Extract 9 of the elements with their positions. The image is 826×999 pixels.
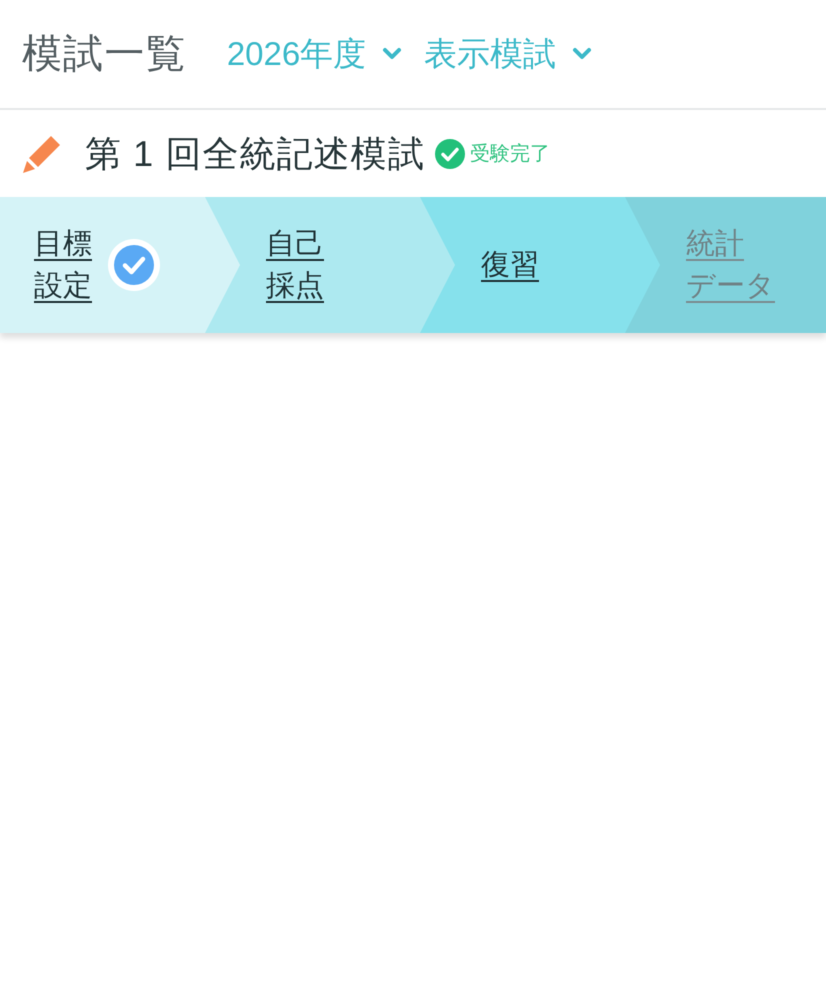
page-title: 模試一覧: [22, 31, 187, 78]
chevron-down-icon: [382, 47, 402, 61]
step-link[interactable]: 目標 設定: [34, 223, 92, 307]
status-label: 受験完了: [470, 142, 550, 166]
pencil-icon: [22, 134, 62, 174]
step-link[interactable]: 自己 採点: [266, 223, 324, 307]
exam-title: 第 1 回全統記述模試: [85, 132, 425, 176]
chevron-down-icon: [572, 47, 592, 61]
step-link[interactable]: 復習: [481, 244, 539, 286]
